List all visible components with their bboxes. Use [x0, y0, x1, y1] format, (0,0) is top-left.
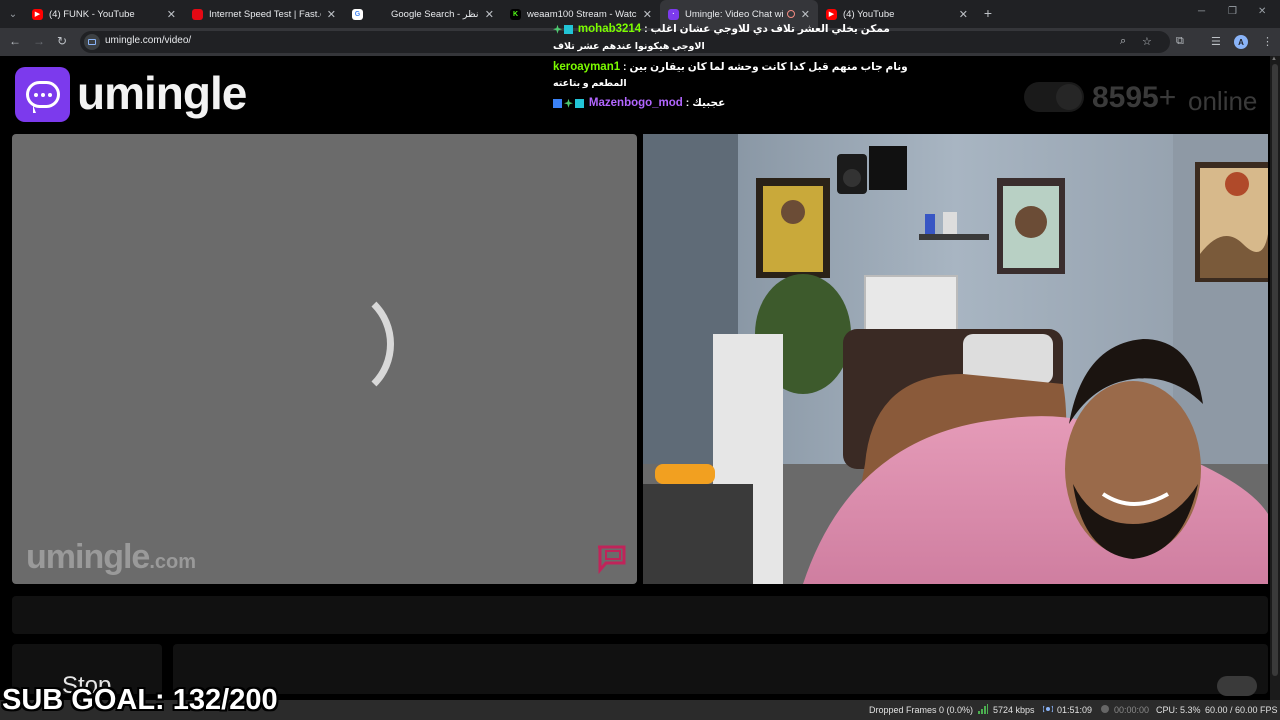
- maximize-icon[interactable]: ❐: [1228, 6, 1237, 17]
- umingle-watermark: umingle.com: [26, 538, 197, 576]
- tab-google-search[interactable]: G Google Search - اختبار نظر ✕: [344, 0, 502, 28]
- umingle-chat-bubble-icon[interactable]: [15, 67, 70, 122]
- speedometer-icon: [192, 8, 203, 20]
- chat-username: Mazenbogo_mod: [588, 97, 683, 109]
- close-tab-icon[interactable]: ✕: [167, 8, 176, 21]
- new-tab-button[interactable]: +: [981, 5, 995, 23]
- chat-text: ونام جاب منهم قبل كدا كانت وحشه لما كان …: [629, 61, 908, 73]
- tab-title: (4) FUNK - YouTube: [49, 8, 135, 20]
- scroll-up-icon[interactable]: ▲: [1271, 56, 1277, 62]
- record-icon: [1101, 705, 1109, 713]
- tab-title: Umingle: Video Chat with S: [685, 8, 783, 20]
- live-icon: [1043, 705, 1053, 713]
- chat-message: Mazenbogo_mod : عجبيك: [553, 97, 725, 109]
- signal-icon: [978, 704, 988, 714]
- page-scrollbar[interactable]: ▲: [1270, 56, 1280, 720]
- loading-spinner: [274, 284, 394, 404]
- cpu-usage: CPU: 5.3%: [1156, 705, 1201, 715]
- youtube-icon: ▶: [32, 8, 43, 20]
- minimize-icon[interactable]: ─: [1198, 6, 1205, 17]
- reload-icon[interactable]: ↻: [57, 34, 67, 48]
- forward-icon[interactable]: →: [33, 34, 45, 48]
- chat-text-continued: المطعم و بتاعته: [553, 78, 627, 89]
- profile-avatar[interactable]: A: [1234, 35, 1248, 49]
- tab-title: Google Search - اختبار نظر: [391, 8, 479, 20]
- kick-icon: K: [510, 8, 521, 20]
- bookmark-star-icon[interactable]: ☆: [1142, 35, 1152, 48]
- subscriber-badge-icon: [575, 98, 584, 108]
- screen: ⌄ ▶ (4) FUNK - YouTube ✕ Internet Speed …: [0, 0, 1280, 720]
- umingle-page: umingle 8595+ online umingle.com Stop: [0, 56, 1270, 720]
- close-window-icon[interactable]: ✕: [1258, 6, 1266, 17]
- close-tab-icon[interactable]: ✕: [959, 8, 968, 21]
- close-tab-icon[interactable]: ✕: [327, 8, 336, 21]
- site-info-icon[interactable]: [84, 34, 100, 50]
- tab-search-button[interactable]: ⌄: [4, 5, 22, 23]
- live-duration: 01:51:09: [1057, 705, 1093, 715]
- zoom-icon[interactable]: ⌕: [1120, 35, 1126, 48]
- youtube-icon: ▶: [826, 8, 837, 20]
- chat-message: mohab3214 : ممكن يخلي العشر تلاف دي للاو…: [553, 23, 890, 35]
- tab-title: weaam100 Stream - Watch: [527, 8, 637, 20]
- moderator-badge-icon: [553, 98, 562, 108]
- bitrate: 5724 kbps: [993, 705, 1035, 715]
- online-label: online: [1188, 86, 1258, 116]
- reading-list-icon[interactable]: ☰: [1211, 35, 1221, 48]
- umingle-mini-logo-icon: [598, 545, 626, 574]
- stranger-video: umingle.com: [12, 134, 637, 584]
- subscriber-badge-icon: [564, 24, 573, 34]
- send-icon[interactable]: [1217, 676, 1257, 696]
- chat-text: عجبيك: [692, 97, 726, 109]
- extensions-icon[interactable]: ⧉: [1176, 35, 1184, 48]
- tab-title: Internet Speed Test | Fast.com: [209, 8, 321, 20]
- recording-icon: [786, 10, 795, 18]
- theme-toggle[interactable]: [1024, 82, 1084, 112]
- sub-goal-overlay: SUB GOAL: 132/200: [2, 684, 278, 716]
- dropped-frames: Dropped Frames 0 (0.0%): [869, 705, 974, 715]
- webcam-frame: [643, 134, 1268, 584]
- menu-icon[interactable]: ⋮: [1262, 35, 1273, 48]
- tab-title: (4) YouTube: [843, 8, 895, 20]
- scroll-thumb[interactable]: [1272, 64, 1278, 676]
- url-text[interactable]: umingle.com/video/: [105, 35, 191, 46]
- close-tab-icon[interactable]: ✕: [485, 8, 494, 21]
- umingle-logo[interactable]: umingle: [77, 66, 247, 120]
- google-icon: G: [352, 8, 363, 20]
- chat-message: keroayman1 : ونام جاب منهم قبل كدا كانت …: [553, 61, 908, 73]
- sparkle-badge-icon: [564, 98, 573, 108]
- sparkle-badge-icon: [553, 24, 562, 34]
- umingle-icon: ·: [668, 8, 679, 20]
- chat-text-continued: الاوجي هيكونوا عندهم عشر تلاف: [553, 41, 705, 52]
- online-count: 8595+: [1092, 81, 1177, 114]
- toggle-knob: [1056, 84, 1082, 110]
- tab-fast-com[interactable]: Internet Speed Test | Fast.com ✕: [184, 0, 344, 28]
- tab-funk-youtube[interactable]: ▶ (4) FUNK - YouTube ✕: [24, 0, 184, 28]
- close-tab-icon[interactable]: ✕: [801, 8, 810, 21]
- close-tab-icon[interactable]: ✕: [643, 8, 652, 21]
- self-webcam-video: [643, 134, 1268, 584]
- chat-username: mohab3214: [577, 23, 642, 35]
- chat-username: keroayman1: [553, 61, 621, 73]
- chat-text: ممكن يخلي العشر تلاف دي للاوجي عشان اغلب: [650, 23, 890, 35]
- chat-input[interactable]: [173, 644, 1268, 694]
- back-icon[interactable]: ←: [9, 34, 21, 48]
- controls-bar: [12, 596, 1268, 634]
- fps-readout: 60.00 / 60.00 FPS: [1205, 705, 1278, 715]
- record-duration: 00:00:00: [1114, 705, 1150, 715]
